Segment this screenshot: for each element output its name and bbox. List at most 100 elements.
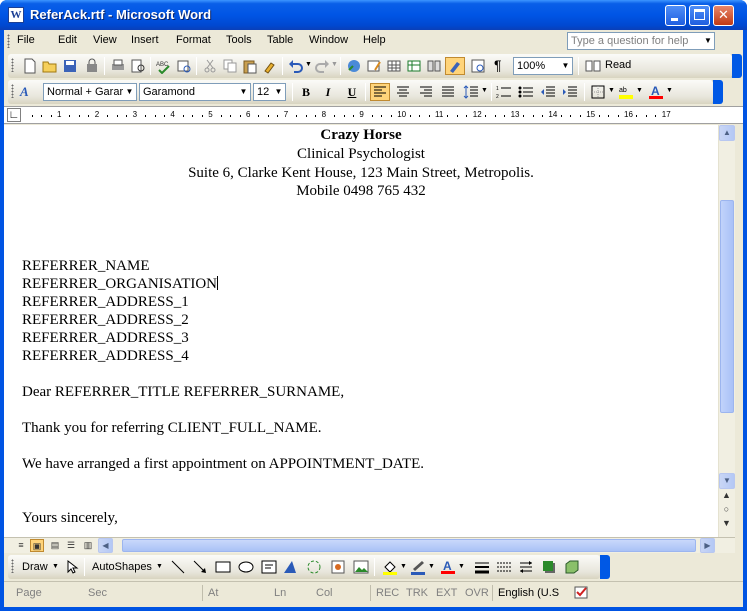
redo-icon[interactable]	[314, 58, 330, 74]
align-left-button[interactable]	[370, 83, 390, 101]
spelling-icon[interactable]: ABC	[156, 58, 172, 74]
maximize-button[interactable]	[689, 5, 710, 26]
paste-icon[interactable]	[242, 58, 258, 74]
minimize-button[interactable]	[665, 5, 686, 26]
borders-dropdown-icon[interactable]: ▼	[608, 87, 615, 94]
3d-style-icon[interactable]	[564, 559, 580, 575]
vertical-scroll-thumb[interactable]	[720, 200, 734, 413]
style-dropdown-icon[interactable]: ▼	[123, 84, 136, 100]
menu-insert[interactable]: Insert	[131, 34, 159, 46]
toolbar-options-icon[interactable]	[600, 555, 610, 579]
select-browse-object-icon[interactable]: ○	[718, 502, 735, 516]
reading-layout-view-icon[interactable]: ▥	[81, 539, 95, 552]
numbering-icon[interactable]: 12	[496, 84, 512, 100]
columns-icon[interactable]	[426, 58, 442, 74]
scroll-left-icon[interactable]: ◀	[98, 538, 113, 553]
outline-view-icon[interactable]: ☰	[64, 539, 78, 552]
status-rec[interactable]: REC	[376, 587, 399, 599]
horizontal-ruler[interactable]: ∟ 1 2 3 4 5 6 7 8 9 10 11 12 13 14 15 16 17	[4, 106, 743, 124]
draw-dropdown-icon[interactable]: ▼	[52, 563, 59, 570]
line-spacing-dropdown-icon[interactable]: ▼	[481, 87, 488, 94]
title-bar[interactable]: W ReferAck.rtf - Microsoft Word ✕	[0, 0, 747, 30]
rectangle-icon[interactable]	[215, 559, 231, 575]
line-color-icon[interactable]	[410, 559, 426, 575]
menu-format[interactable]: Format	[176, 34, 211, 46]
increase-indent-icon[interactable]	[562, 84, 578, 100]
read-button[interactable]: Read	[605, 59, 631, 71]
font-color-icon[interactable]: A	[648, 84, 664, 100]
fill-color-dropdown-icon[interactable]: ▼	[400, 563, 407, 570]
document-map-icon[interactable]	[470, 58, 486, 74]
highlight-dropdown-icon[interactable]: ▼	[636, 87, 643, 94]
insert-table-icon[interactable]	[386, 58, 402, 74]
style-select[interactable]: Normal + Garar ▼	[43, 83, 137, 101]
fill-color-icon[interactable]	[382, 559, 398, 575]
permission-icon[interactable]	[84, 58, 100, 74]
wordart-icon[interactable]	[282, 559, 298, 575]
draw-font-color-icon[interactable]: A	[440, 559, 456, 575]
tables-borders-icon[interactable]	[366, 58, 382, 74]
toolbar-grip[interactable]	[11, 559, 14, 573]
scroll-down-icon[interactable]: ▼	[719, 473, 735, 489]
autoshapes-menu-button[interactable]: AutoShapes	[92, 561, 152, 573]
web-layout-view-icon[interactable]: ▤	[48, 539, 62, 552]
research-icon[interactable]	[176, 58, 192, 74]
status-ovr[interactable]: OVR	[465, 587, 489, 599]
open-folder-icon[interactable]	[42, 58, 58, 74]
vertical-scrollbar[interactable]: ▲ ▼	[718, 125, 735, 537]
copy-icon[interactable]	[222, 58, 238, 74]
styles-pane-icon[interactable]: A	[20, 84, 29, 100]
read-icon[interactable]	[585, 58, 601, 74]
redo-dropdown-icon[interactable]: ▼	[331, 61, 338, 68]
cut-icon[interactable]	[202, 58, 218, 74]
help-search-input[interactable]: Type a question for help	[567, 32, 715, 50]
format-painter-icon[interactable]	[262, 58, 278, 74]
status-language[interactable]: English (U.S	[498, 587, 559, 599]
font-select[interactable]: Garamond ▼	[139, 83, 251, 101]
toolbar-options-icon[interactable]	[713, 80, 723, 104]
hyperlink-icon[interactable]	[346, 58, 362, 74]
menu-tools[interactable]: Tools	[226, 34, 252, 46]
insert-excel-icon[interactable]	[406, 58, 422, 74]
horizontal-scroll-thumb[interactable]	[122, 539, 696, 552]
align-center-icon[interactable]	[395, 84, 411, 100]
text-box-icon[interactable]	[261, 559, 277, 575]
undo-icon[interactable]	[288, 58, 304, 74]
new-document-icon[interactable]	[22, 58, 38, 74]
drawing-button[interactable]	[445, 57, 465, 75]
document-page[interactable]: Crazy Horse Clinical Psychologist Suite …	[4, 125, 718, 537]
scroll-right-icon[interactable]: ▶	[700, 538, 715, 553]
clip-art-icon[interactable]	[330, 559, 346, 575]
arrow-icon[interactable]	[192, 559, 208, 575]
font-color-dropdown-icon[interactable]: ▼	[666, 87, 673, 94]
menu-window[interactable]: Window	[309, 34, 348, 46]
select-objects-icon[interactable]	[64, 559, 80, 575]
show-hide-icon[interactable]: ¶	[494, 57, 502, 73]
line-icon[interactable]	[170, 559, 186, 575]
status-ext[interactable]: EXT	[436, 587, 457, 599]
highlight-icon[interactable]: ab	[618, 84, 634, 100]
menu-table[interactable]: Table	[267, 34, 293, 46]
scroll-up-icon[interactable]: ▲	[719, 125, 735, 141]
print-layout-view-icon[interactable]: ▣	[30, 539, 44, 552]
menu-grip[interactable]	[7, 34, 10, 48]
borders-icon[interactable]	[590, 84, 606, 100]
zoom-select[interactable]: 100% ▼	[513, 57, 573, 75]
underline-button[interactable]: U	[342, 83, 362, 101]
menu-help[interactable]: Help	[363, 34, 386, 46]
font-size-dropdown-icon[interactable]: ▼	[272, 84, 285, 100]
save-icon[interactable]	[62, 58, 78, 74]
decrease-indent-icon[interactable]	[540, 84, 556, 100]
print-preview-icon[interactable]	[130, 58, 146, 74]
print-icon[interactable]	[110, 58, 126, 74]
next-page-icon[interactable]: ▼	[718, 516, 735, 530]
menu-file[interactable]: File	[17, 34, 35, 46]
dash-style-icon[interactable]	[496, 559, 512, 575]
bold-button[interactable]: B	[296, 83, 316, 101]
spelling-status-icon[interactable]	[574, 586, 590, 600]
zoom-dropdown-icon[interactable]: ▼	[559, 58, 572, 74]
menu-view[interactable]: View	[93, 34, 117, 46]
shadow-style-icon[interactable]	[541, 559, 557, 575]
toolbar-grip[interactable]	[11, 84, 14, 98]
previous-page-icon[interactable]: ▲	[718, 488, 735, 502]
